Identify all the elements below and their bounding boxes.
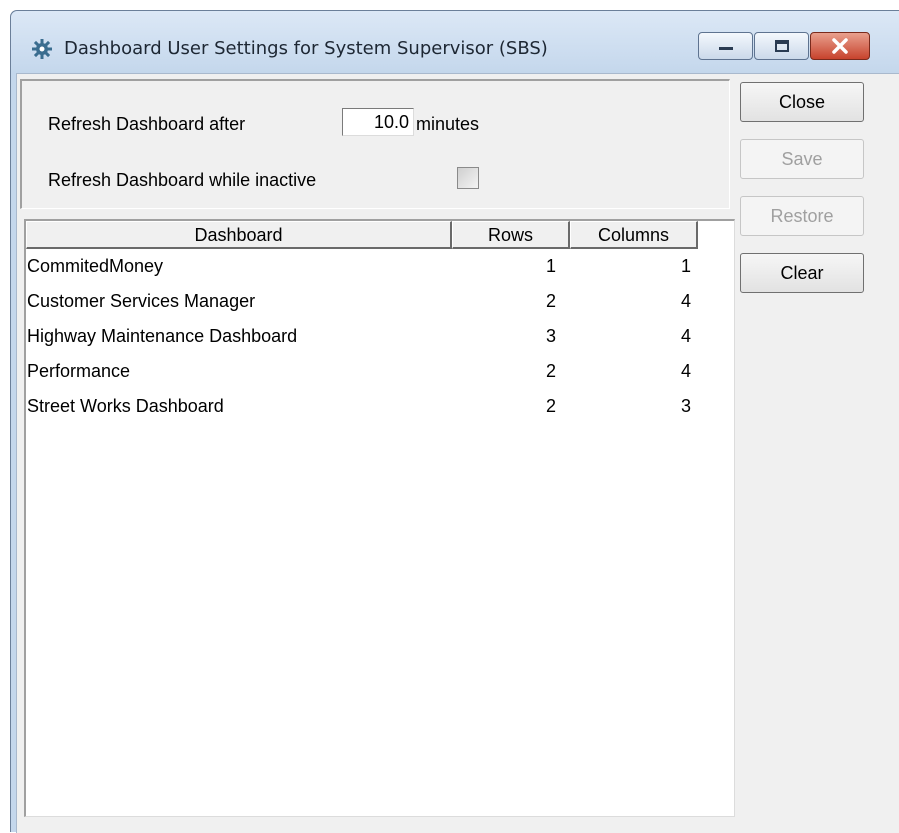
refresh-inactive-label: Refresh Dashboard while inactive [48,170,317,190]
table-row[interactable]: Customer Services Manager 2 4 [26,286,706,321]
maximize-icon [774,40,789,52]
table-row[interactable]: Street Works Dashboard 2 3 [26,391,706,426]
refresh-settings-panel: Refresh Dashboard after minutes Refresh … [20,79,730,209]
dashboard-rows: 2 [545,396,556,416]
dashboard-rows: 3 [545,326,556,346]
list-header: Dashboard Rows Columns [26,221,734,249]
maximize-button[interactable] [754,32,809,60]
save-button[interactable]: Save [740,139,864,179]
dashboard-columns: 1 [680,256,691,276]
dialog-window: Dashboard User Settings for System Super… [10,10,899,833]
dashboard-columns: 4 [680,291,691,311]
dashboard-columns: 4 [680,326,691,346]
table-row[interactable]: Performance 2 4 [26,356,706,391]
minimize-icon [718,47,733,50]
title-bar[interactable]: Dashboard User Settings for System Super… [11,11,899,73]
column-header-columns[interactable]: Columns [570,221,698,249]
dashboard-list[interactable]: Dashboard Rows Columns CommitedMoney 1 1… [24,219,735,817]
dashboard-name: CommitedMoney [27,256,164,276]
dashboard-columns: 4 [680,361,691,381]
close-button[interactable]: Close [740,82,864,122]
dashboard-name: Highway Maintenance Dashboard [27,326,298,346]
table-row[interactable]: Highway Maintenance Dashboard 3 4 [26,321,706,356]
window-title: Dashboard User Settings for System Super… [64,38,548,59]
dashboard-name: Street Works Dashboard [27,396,224,416]
close-icon [832,38,848,54]
restore-button[interactable]: Restore [740,196,864,236]
clear-button[interactable]: Clear [740,253,864,293]
table-row[interactable]: CommitedMoney 1 1 [26,251,706,286]
column-header-dashboard[interactable]: Dashboard [26,221,452,249]
dashboard-rows: 2 [545,291,556,311]
refresh-interval-label: Refresh Dashboard after [48,114,246,134]
minimize-button[interactable] [698,32,753,60]
dashboard-rows: 2 [545,361,556,381]
minutes-unit-label: minutes [416,114,480,134]
dialog-client-area: Refresh Dashboard after minutes Refresh … [16,73,899,833]
refresh-inactive-checkbox[interactable] [457,167,479,189]
dashboard-name: Customer Services Manager [27,291,256,311]
close-window-button[interactable] [810,32,870,60]
dashboard-rows: 1 [545,256,556,276]
gear-icon [32,39,52,59]
column-header-rows[interactable]: Rows [452,221,570,249]
dashboard-columns: 3 [680,396,691,416]
refresh-minutes-input[interactable] [342,108,414,136]
dashboard-name: Performance [27,361,131,381]
